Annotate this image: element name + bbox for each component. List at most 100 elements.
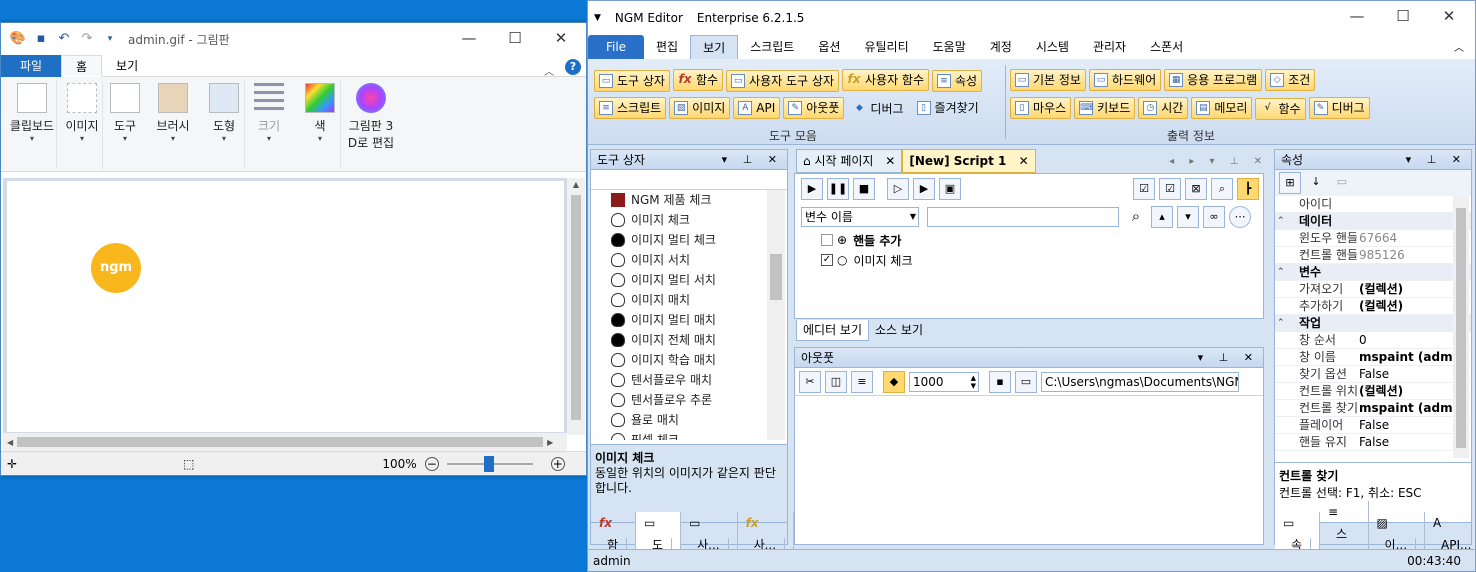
collapse-ribbon-icon[interactable]: ︿	[544, 63, 554, 78]
toolbox-item[interactable]: 이미지 학습 매치	[591, 350, 787, 370]
toolbox-search[interactable]	[591, 170, 787, 190]
redo-icon[interactable]: ↷	[78, 30, 96, 48]
run-selected-icon[interactable]: ▣	[939, 178, 961, 200]
time-button[interactable]: ◷ 시간	[1138, 97, 1189, 119]
condition-button[interactable]: ◇ 조건	[1265, 69, 1316, 91]
property-category[interactable]: ⌃ 변수	[1275, 264, 1471, 281]
size-button[interactable]: 크기 ▾	[249, 83, 289, 143]
toolbox-item[interactable]: 이미지 매치	[591, 290, 787, 310]
output-debug-button[interactable]: ✎ 디버그	[1308, 97, 1370, 119]
tab-file[interactable]: 파일	[1, 54, 61, 77]
document-tab-controls[interactable]: ◂ ▸ ▾ ⊥ ✕	[1169, 156, 1268, 167]
step-icon[interactable]: ▷	[887, 178, 909, 200]
properties-scrollbar[interactable]	[1453, 196, 1469, 458]
vertical-scrollbar[interactable]: ▲	[567, 178, 585, 435]
toolbox-item[interactable]: 이미지 멀티 체크	[591, 230, 787, 250]
check-all-icon[interactable]: ☑	[1133, 178, 1155, 200]
tab-home[interactable]: 홈	[61, 54, 103, 77]
search-icon[interactable]: ⌕	[1125, 206, 1147, 228]
script-step[interactable]: ⊕ 핸들 추가	[821, 230, 1263, 250]
undo-icon[interactable]: ↶	[55, 30, 73, 48]
paint-maximize-button[interactable]: ☐	[492, 23, 538, 55]
toolbox-item[interactable]: 픽셀 체크	[591, 430, 787, 440]
menu-system[interactable]: 시스템	[1024, 35, 1081, 59]
save-log-icon[interactable]: ▪	[989, 370, 1011, 393]
collapse-icon[interactable]: ⌃	[1277, 264, 1285, 281]
panel-controls[interactable]: ▾ ⊥ ✕	[722, 150, 783, 170]
menu-view[interactable]: 보기	[690, 35, 739, 59]
user-function-button[interactable]: fx 사용자 함수	[842, 69, 930, 91]
menu-file[interactable]: File	[588, 35, 644, 59]
stop-icon[interactable]: ■	[853, 178, 875, 200]
toolbox-item[interactable]: NGM 제품 체크	[591, 190, 787, 210]
toolbox-item[interactable]: 텐서플로우 추론	[591, 390, 787, 410]
tab-editor-view[interactable]: 에디터 보기	[796, 319, 870, 341]
open-folder-icon[interactable]: ▭	[1015, 370, 1037, 393]
debug-button[interactable]: ◆ 디버그	[847, 98, 908, 120]
pause-icon[interactable]: ❚❚	[827, 178, 849, 200]
script-step[interactable]: ✓ ○ 이미지 체크	[821, 250, 1263, 270]
ngm-maximize-button[interactable]: ☐	[1380, 1, 1426, 33]
toolbox-item[interactable]: 욜로 매치	[591, 410, 787, 430]
help-icon[interactable]: ?	[565, 59, 581, 75]
system-menu-icon[interactable]: ▼	[594, 13, 601, 23]
menu-edit[interactable]: 편집	[644, 35, 690, 59]
output-panel-controls[interactable]: ▾ ⊥ ✕	[1198, 348, 1259, 368]
toolbox-item[interactable]: 이미지 멀티 매치	[591, 310, 787, 330]
menu-admin[interactable]: 관리자	[1081, 35, 1138, 59]
paint-minimize-button[interactable]: —	[446, 23, 492, 55]
ngm-minimize-button[interactable]: —	[1334, 1, 1380, 33]
tab-source-view[interactable]: 소스 보기	[869, 320, 929, 340]
script-button[interactable]: ≡ 스크립트	[594, 97, 667, 119]
tab-start-page[interactable]: ⌂ 시작 페이지 ✕	[796, 149, 903, 173]
horizontal-scrollbar[interactable]: ◀ ▶	[3, 433, 567, 451]
run-icon[interactable]: ▶	[801, 178, 823, 200]
save-icon[interactable]: ▪	[32, 30, 50, 48]
clipboard-button[interactable]: 클립보드 ▾	[7, 83, 57, 143]
new-log-icon[interactable]: ◫	[825, 370, 847, 393]
color-button[interactable]: 색 ▾	[301, 83, 339, 143]
paint-close-button[interactable]: ✕	[538, 23, 584, 55]
zoom-in-button[interactable]: +	[550, 456, 565, 471]
delete-icon[interactable]: ⊠	[1185, 178, 1207, 200]
property-pages-icon[interactable]: ▭	[1331, 172, 1353, 194]
more-icon[interactable]: ⋯	[1229, 206, 1251, 228]
menu-script[interactable]: 스크립트	[738, 35, 806, 59]
clear-log-icon[interactable]: ✂	[799, 370, 821, 393]
paint3d-button[interactable]: 그림판 3 D로 편집	[343, 83, 399, 151]
collapse-icon[interactable]: ⌃	[1277, 213, 1285, 230]
favorites-button[interactable]: ▯ 즐겨찾기	[912, 97, 984, 119]
check-icon[interactable]: ☑	[1159, 178, 1181, 200]
alphabetical-icon[interactable]: ↓	[1305, 172, 1327, 194]
property-row[interactable]: 가져오기 (컬렉션)	[1275, 281, 1471, 298]
property-row[interactable]: 추가하기 (컬렉션)	[1275, 298, 1471, 315]
property-row[interactable]: 컨트롤 찾기mspaint (admin	[1275, 400, 1471, 417]
run-step-icon[interactable]: ▶	[913, 178, 935, 200]
image-button[interactable]: 이미지 ▾	[63, 83, 101, 143]
shapes-button[interactable]: 도형 ▾	[205, 83, 243, 143]
menu-account[interactable]: 계정	[978, 35, 1024, 59]
zoom-out-button[interactable]: −	[424, 456, 439, 471]
zoom-slider[interactable]	[446, 455, 533, 472]
menu-sponsor[interactable]: 스폰서	[1138, 35, 1195, 59]
output-function-button[interactable]: √ 함수	[1255, 98, 1306, 120]
toolbox-item[interactable]: 이미지 멀티 서치	[591, 270, 787, 290]
output-button[interactable]: ✎ 아웃풋	[783, 97, 845, 119]
list-icon[interactable]: ≡	[851, 370, 873, 393]
menu-utility[interactable]: 유틸리티	[852, 35, 920, 59]
property-category[interactable]: ⌃ 데이터	[1275, 213, 1471, 230]
property-row[interactable]: 컨트롤 핸들 985126	[1275, 247, 1471, 264]
log-path-field[interactable]: C:\Users\ngmas\Documents\NGM6\	[1041, 371, 1239, 392]
property-row[interactable]: 핸들 유지 False	[1275, 434, 1471, 451]
move-down-icon[interactable]: ▾	[1177, 206, 1199, 228]
property-row[interactable]: 찾기 옵션 False	[1275, 366, 1471, 383]
properties-button[interactable]: ≡ 속성	[932, 70, 983, 92]
tab-script1[interactable]: [New] Script 1 ✕	[902, 149, 1036, 173]
tree-view-icon[interactable]: ┣	[1237, 178, 1259, 200]
customize-qa-icon[interactable]: ▾	[101, 30, 119, 48]
property-row[interactable]: 창 이름mspaint (admin	[1275, 349, 1471, 366]
canvas[interactable]: ngm	[7, 181, 564, 432]
ngm-close-button[interactable]: ✕	[1426, 1, 1472, 33]
mouse-button[interactable]: ▯ 마우스	[1010, 97, 1072, 119]
property-row[interactable]: 플레이어 False	[1275, 417, 1471, 434]
